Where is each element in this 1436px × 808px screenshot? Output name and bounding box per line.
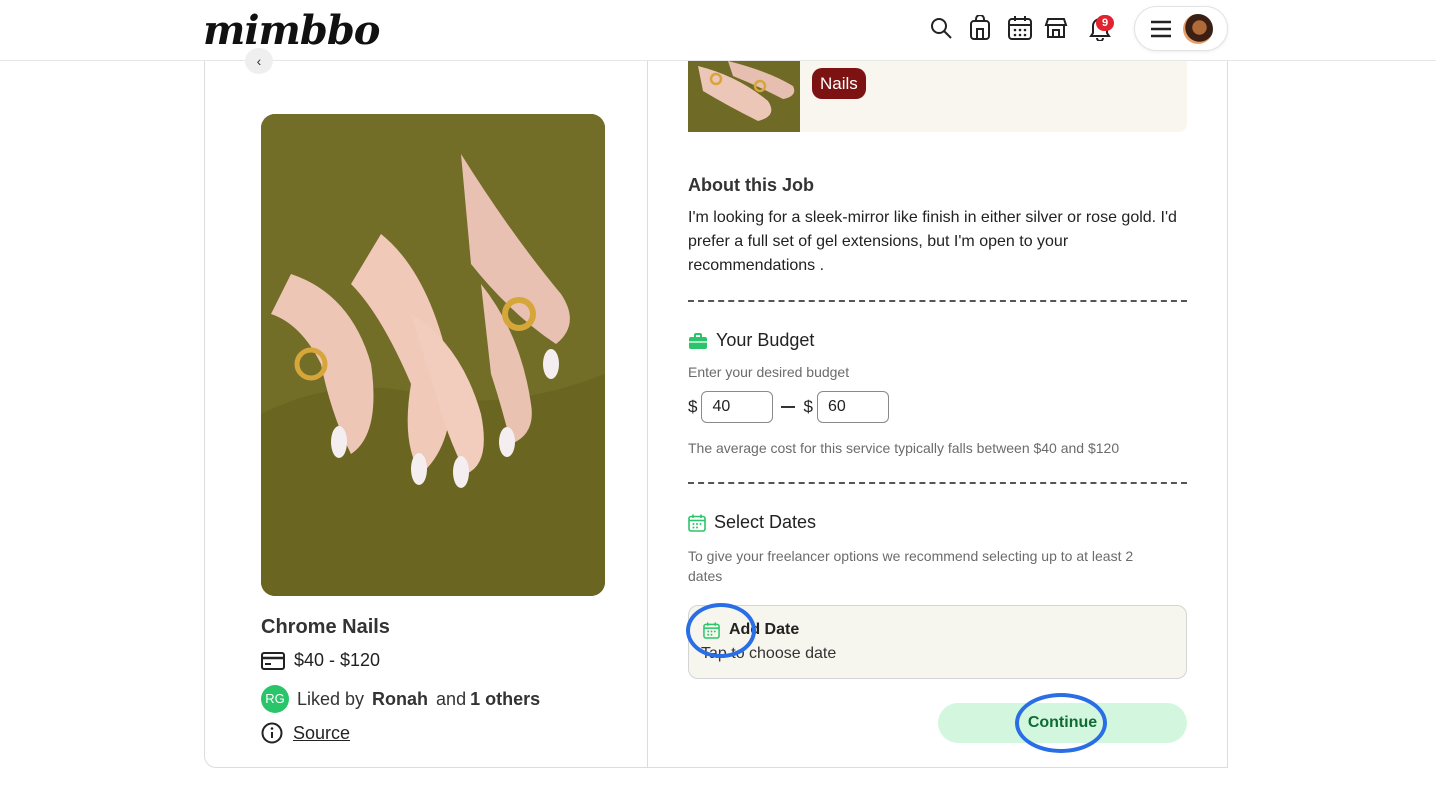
credit-card-icon bbox=[261, 651, 285, 670]
liked-name[interactable]: Ronah bbox=[372, 689, 428, 710]
store-icon[interactable] bbox=[1042, 14, 1070, 42]
column-divider bbox=[647, 61, 648, 768]
dates-heading-row: Select Dates bbox=[688, 512, 816, 533]
calendar-icon[interactable] bbox=[1006, 14, 1034, 42]
calendar-icon bbox=[688, 514, 706, 532]
range-separator bbox=[781, 406, 796, 408]
continue-button[interactable]: Continue bbox=[938, 703, 1187, 743]
source-row: Source bbox=[261, 722, 350, 744]
liked-others[interactable]: 1 others bbox=[470, 689, 540, 710]
section-divider bbox=[688, 482, 1187, 484]
notification-badge: 9 bbox=[1096, 15, 1114, 31]
search-icon[interactable] bbox=[927, 14, 955, 42]
dates-hint: To give your freelancer options we recom… bbox=[688, 548, 1134, 584]
info-icon bbox=[261, 722, 283, 744]
liked-row: RG Liked by Ronah and 1 others bbox=[261, 685, 540, 713]
currency-symbol-max: $ bbox=[803, 397, 813, 416]
currency-symbol-min: $ bbox=[688, 397, 698, 416]
price-row: $40 - $120 bbox=[261, 650, 380, 671]
nails-thumbnail bbox=[688, 61, 800, 132]
liker-avatar: RG bbox=[261, 685, 289, 713]
hamburger-icon bbox=[1151, 20, 1171, 38]
dates-heading: Select Dates bbox=[714, 512, 817, 532]
nails-photo bbox=[261, 114, 605, 596]
avatar bbox=[1183, 14, 1213, 44]
about-text: I'm looking for a sleek-mirror like fini… bbox=[688, 209, 1177, 274]
source-link[interactable]: Source bbox=[293, 723, 350, 744]
liked-prefix: Liked by bbox=[297, 688, 365, 709]
budget-heading: Your Budget bbox=[716, 330, 815, 350]
listing-title: Chrome Nails bbox=[261, 616, 390, 638]
liked-and: and bbox=[436, 688, 467, 709]
budget-hint: Enter your desired budget bbox=[688, 364, 850, 380]
back-button[interactable]: ‹ bbox=[245, 48, 273, 74]
account-menu-button[interactable] bbox=[1134, 6, 1228, 51]
about-heading: About this Job bbox=[688, 175, 814, 195]
calendar-icon bbox=[703, 622, 720, 639]
add-date-button[interactable]: Add Date Tap to choose date bbox=[688, 605, 1187, 679]
logo[interactable]: mimbbo bbox=[203, 8, 380, 54]
add-date-title: Add Date bbox=[729, 621, 800, 638]
top-header: mimbbo 9 bbox=[0, 0, 1436, 61]
category-tag: Nails bbox=[812, 68, 866, 99]
shop-bag-icon[interactable] bbox=[966, 14, 994, 42]
budget-average-note: The average cost for this service typica… bbox=[688, 440, 1120, 456]
budget-inputs: $ $ bbox=[688, 391, 889, 423]
budget-max-input[interactable] bbox=[816, 391, 889, 423]
budget-heading-row: Your Budget bbox=[688, 330, 814, 351]
section-divider bbox=[688, 300, 1187, 302]
add-date-subtitle: Tap to choose date bbox=[701, 645, 837, 662]
price-range: $40 - $120 bbox=[294, 650, 381, 670]
budget-min-input[interactable] bbox=[701, 391, 774, 423]
briefcase-icon bbox=[689, 332, 707, 349]
